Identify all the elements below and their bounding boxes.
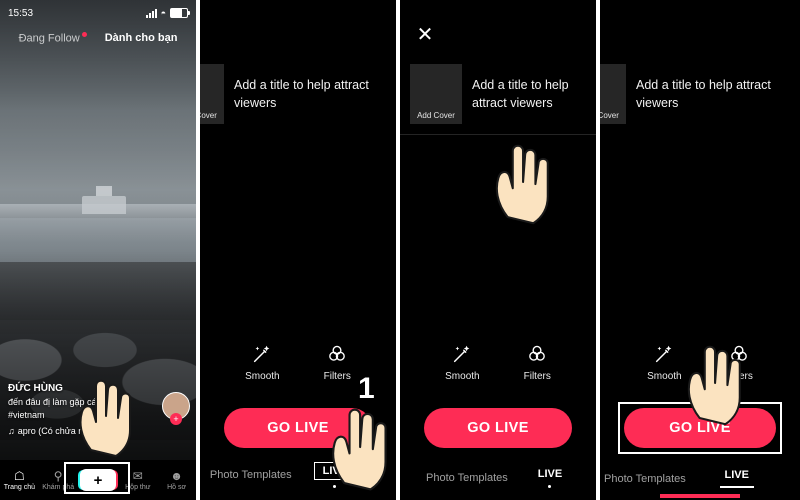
tool-smooth[interactable]: Smooth xyxy=(245,343,280,382)
magic-wand-icon xyxy=(251,343,273,365)
tool-filters[interactable]: Filters xyxy=(726,343,753,382)
caption-author: ĐỨC HÙNG xyxy=(8,382,63,394)
mode-row[interactable]: Photo Templates LIVE xyxy=(200,462,396,488)
tool-filters-label: Filters xyxy=(725,371,753,382)
mode-row[interactable]: Photo Templates LIVE xyxy=(400,468,596,488)
tool-filters[interactable]: Filters xyxy=(324,343,351,382)
music-title: apro (Có chửa nhạc xyxy=(17,425,98,436)
composer-c: Add Cover Add a title to help attract vi… xyxy=(600,0,800,500)
mode-photo-templates[interactable]: Photo Templates xyxy=(604,473,686,485)
status-time: 15:53 xyxy=(8,7,34,19)
music-row: ♫ apro (Có chửa nhạc xyxy=(8,425,134,439)
feed-tabs[interactable]: Đang Follow Dành cho bạn xyxy=(0,32,196,45)
panel-feed: 15:53 ◓ Đang Follow Dành cho bạn ĐỨC HÙN… xyxy=(0,0,196,500)
magic-wand-icon xyxy=(451,343,473,365)
status-icons: ◓ xyxy=(145,8,190,18)
feed-right-rail[interactable] xyxy=(162,392,190,420)
music-note-icon: ♫ xyxy=(8,425,15,436)
tool-filters-label: Filters xyxy=(523,371,551,382)
tools-row[interactable]: Smooth Filters xyxy=(600,343,800,382)
tab-home[interactable]: ☖ Trang chủ xyxy=(2,470,36,491)
panel-live-composer-a: Add Cover Add a title to help attract vi… xyxy=(200,0,396,500)
title-placeholder[interactable]: Add a title to help attract viewers xyxy=(234,76,396,112)
cover-row: Add Cover Add a title to help attract vi… xyxy=(200,62,396,126)
inbox-icon: ✉ xyxy=(132,468,143,483)
filters-circles-icon xyxy=(526,343,548,365)
tool-smooth-label: Smooth xyxy=(245,371,280,382)
title-placeholder[interactable]: Add a title to help attract viewers xyxy=(636,76,800,112)
tool-filters-label: Filters xyxy=(323,371,351,382)
cover-row: Add Cover Add a title to help attract vi… xyxy=(410,62,596,126)
mode-live[interactable]: LIVE xyxy=(719,469,754,488)
tab-following[interactable]: Đang Follow xyxy=(19,32,87,45)
tools-row[interactable]: Smooth Filters xyxy=(400,343,596,382)
step-number: 1 xyxy=(358,372,375,405)
tab-home-label: Trang chủ xyxy=(3,483,36,491)
add-cover-button[interactable]: Add Cover xyxy=(200,64,224,124)
mode-live-label: LIVE xyxy=(537,468,563,480)
close-icon[interactable]: ✕ xyxy=(414,24,436,46)
tool-smooth-label: Smooth xyxy=(647,371,682,382)
mode-row[interactable]: Photo Templates LIVE xyxy=(600,469,800,488)
avatar[interactable] xyxy=(162,392,190,420)
create-button-highlight xyxy=(64,462,130,494)
mode-live[interactable]: LIVE xyxy=(313,462,357,488)
composer-a: Add Cover Add a title to help attract vi… xyxy=(200,0,396,500)
panel-live-composer-b: ✕ Add Cover Add a title to help attract … xyxy=(400,0,596,500)
home-icon: ☖ xyxy=(14,468,25,483)
filters-circles-icon xyxy=(326,343,348,365)
status-bar: 15:53 ◓ xyxy=(0,4,196,22)
search-icon: ⚲ xyxy=(53,468,63,483)
live-dot-icon xyxy=(81,32,87,37)
battery-icon xyxy=(170,8,190,18)
title-placeholder[interactable]: Add a title to help attract viewers xyxy=(472,76,596,112)
mode-live-label: LIVE xyxy=(724,469,749,481)
add-cover-button[interactable]: Add Cover xyxy=(410,64,462,124)
tab-for-you[interactable]: Dành cho bạn xyxy=(105,32,178,45)
tool-smooth[interactable]: Smooth xyxy=(445,343,480,382)
go-live-highlight xyxy=(618,402,782,454)
mode-live-label: LIVE xyxy=(313,462,357,480)
mode-live[interactable]: LIVE xyxy=(538,468,562,488)
mode-live-dot xyxy=(333,485,337,488)
wifi-icon: ◓ xyxy=(160,8,166,18)
composer-b: ✕ Add Cover Add a title to help attract … xyxy=(400,0,596,500)
signal-icon xyxy=(145,8,157,18)
tab-profile-label: Hồ sơ xyxy=(167,483,187,491)
tool-smooth[interactable]: Smooth xyxy=(647,343,682,382)
panel-live-composer-c: Add Cover Add a title to help attract vi… xyxy=(600,0,800,500)
mode-photo-templates[interactable]: Photo Templates xyxy=(210,469,292,481)
mode-photo-templates[interactable]: Photo Templates xyxy=(426,472,508,484)
profile-icon: ☻ xyxy=(170,468,183,483)
mode-live-dot xyxy=(548,485,552,488)
live-indicator-bar xyxy=(660,494,740,498)
cover-row: Add Cover Add a title to help attract vi… xyxy=(600,62,800,126)
go-live-button[interactable]: GO LIVE xyxy=(424,408,572,448)
add-cover-button[interactable]: Add Cover xyxy=(600,64,626,124)
tool-filters[interactable]: Filters xyxy=(524,343,551,382)
go-live-button[interactable]: GO LIVE xyxy=(224,408,372,448)
mode-live-underline xyxy=(719,486,754,488)
divider xyxy=(400,134,596,135)
filters-circles-icon xyxy=(728,343,750,365)
caption-text: đến đâu đị làm gặp cái #vietnam xyxy=(8,396,99,421)
tool-smooth-label: Smooth xyxy=(445,371,480,382)
magic-wand-icon xyxy=(653,343,675,365)
feed-caption: ĐỨC HÙNG đến đâu đị làm gặp cái #vietnam… xyxy=(8,381,134,439)
tab-profile[interactable]: ☻ Hồ sơ xyxy=(160,470,194,491)
